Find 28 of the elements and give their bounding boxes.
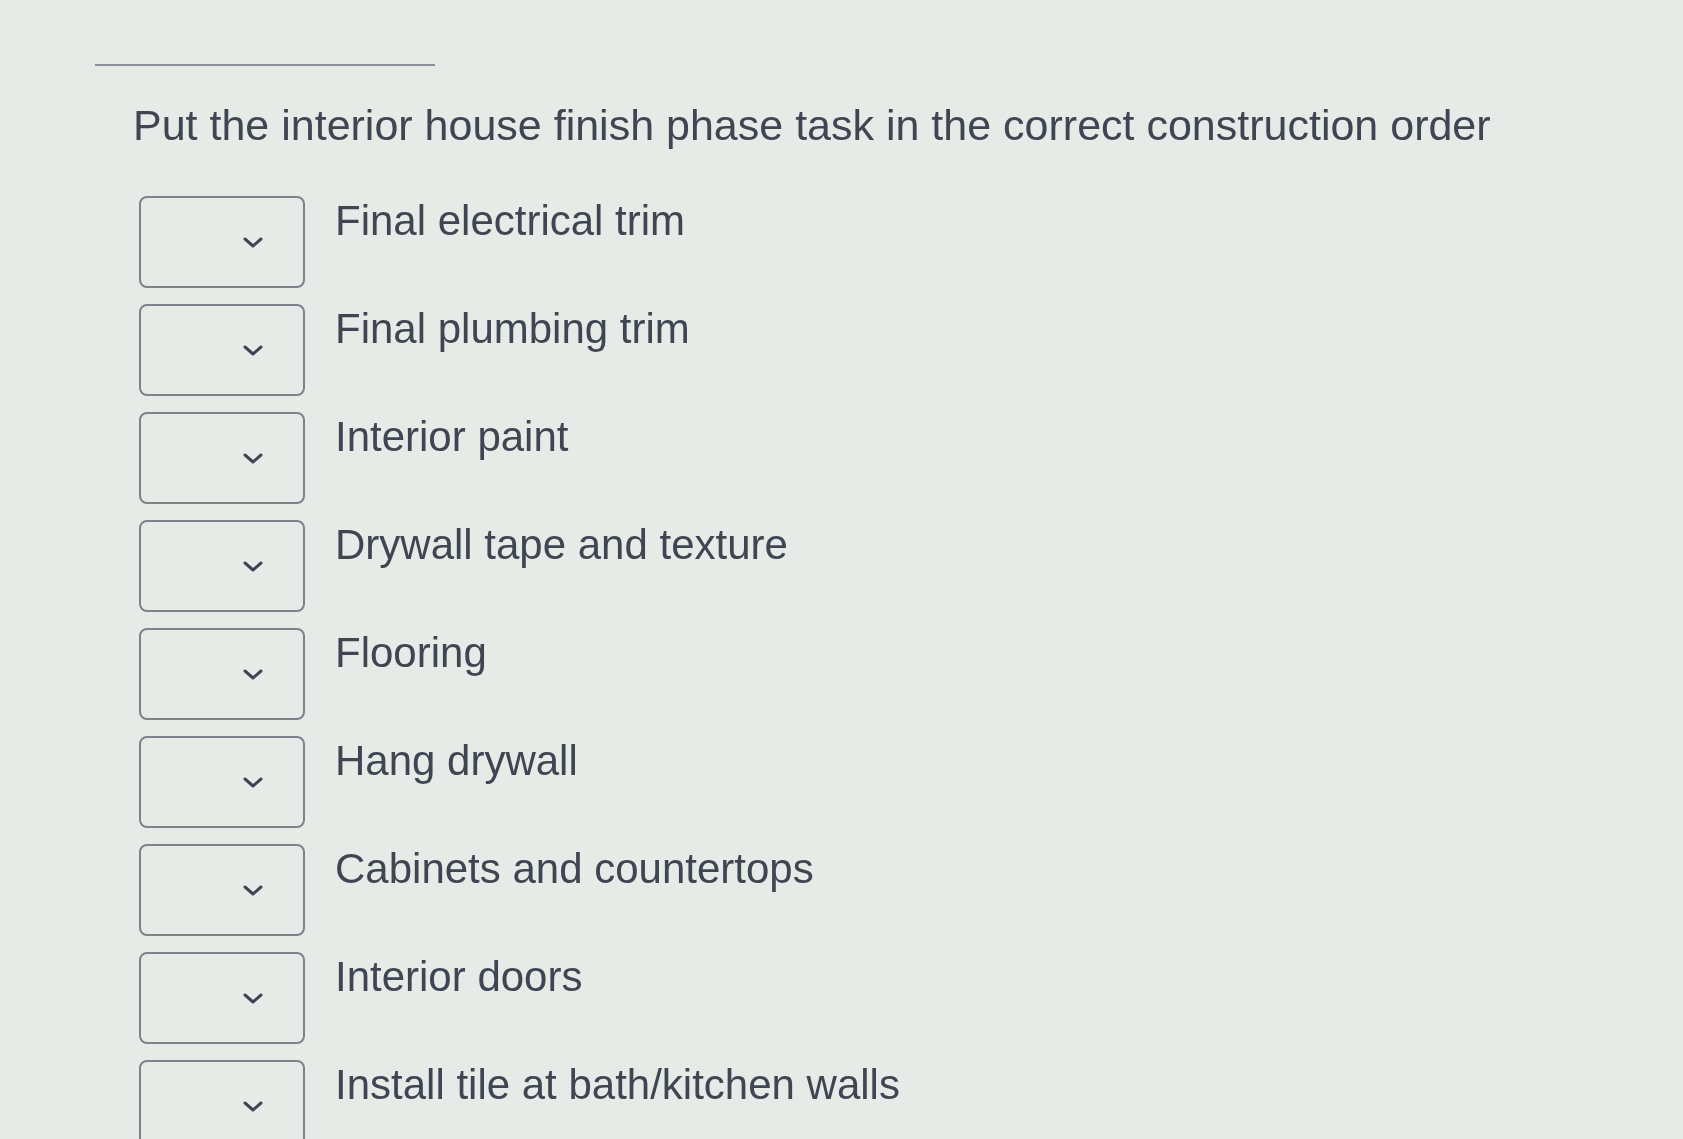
order-dropdown[interactable] (139, 736, 305, 828)
chevron-down-icon (243, 884, 263, 896)
task-label: Install tile at bath/kitchen walls (335, 1060, 900, 1110)
question-text: Put the interior house finish phase task in the correct construction order (133, 100, 1492, 151)
task-label: Cabinets and countertops (335, 844, 814, 894)
order-dropdown[interactable] (139, 1060, 305, 1139)
task-label: Final plumbing trim (335, 304, 690, 354)
task-label: Final electrical trim (335, 196, 686, 246)
chevron-down-icon (243, 668, 263, 680)
task-label: Drywall tape and texture (335, 520, 788, 570)
chevron-down-icon (243, 452, 263, 464)
order-dropdown[interactable] (139, 844, 305, 936)
order-dropdown[interactable] (139, 628, 305, 720)
chevron-down-icon (243, 992, 263, 1004)
chevron-down-icon (243, 560, 263, 572)
task-label: Hang drywall (335, 736, 578, 786)
chevron-down-icon (243, 344, 263, 356)
task-label: Interior doors (335, 952, 583, 1002)
task-label: Flooring (335, 628, 487, 678)
chevron-down-icon (243, 236, 263, 248)
chevron-down-icon (243, 776, 263, 788)
order-dropdown[interactable] (139, 196, 305, 288)
chevron-down-icon (243, 1100, 263, 1112)
task-label: Interior paint (335, 412, 569, 462)
order-dropdown[interactable] (139, 412, 305, 504)
order-dropdown[interactable] (139, 304, 305, 396)
order-dropdown[interactable] (139, 952, 305, 1044)
order-dropdown[interactable] (139, 520, 305, 612)
